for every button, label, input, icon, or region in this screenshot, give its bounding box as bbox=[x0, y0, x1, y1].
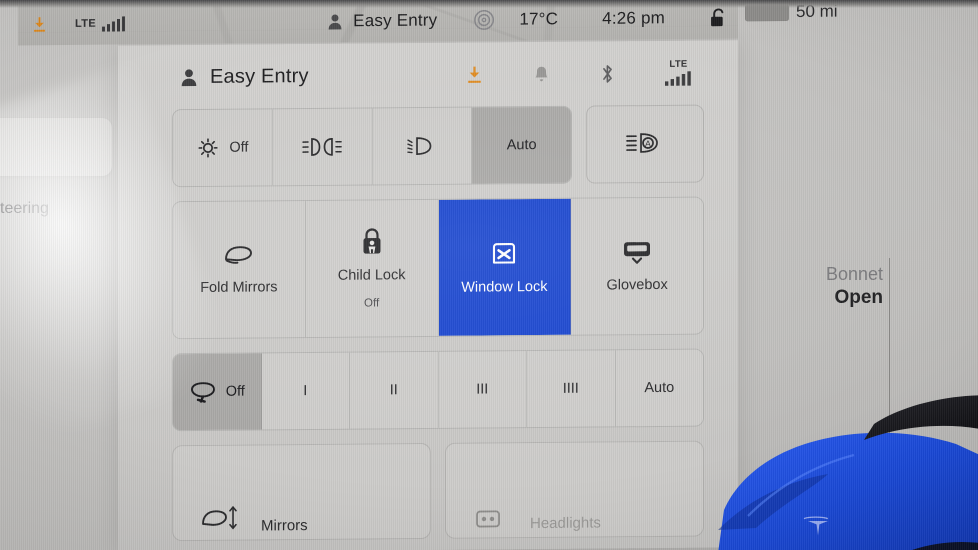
mirrors-card[interactable]: Mirrors bbox=[172, 442, 431, 542]
signal-bars-icon bbox=[102, 15, 126, 32]
wipers-speed-2-button[interactable]: II bbox=[350, 351, 439, 429]
battery-range-indicator[interactable]: 50 mi bbox=[745, 2, 838, 23]
auto-high-beam-button[interactable]: A bbox=[586, 104, 704, 184]
lights-auto-label: Auto bbox=[506, 137, 537, 154]
window-lock-label: Window Lock bbox=[461, 278, 548, 296]
wipers-speed-1-label: I bbox=[303, 383, 308, 400]
child-lock-state: Off bbox=[364, 297, 380, 310]
profile-chip[interactable]: Easy Entry bbox=[327, 10, 437, 31]
wipers-off-button[interactable]: Off bbox=[173, 353, 262, 431]
download-icon bbox=[32, 16, 47, 33]
panel-header-icons: LTE bbox=[466, 58, 704, 88]
person-icon bbox=[328, 14, 342, 29]
lights-off-button[interactable]: Off bbox=[173, 109, 273, 187]
network-label: LTE bbox=[75, 17, 97, 30]
lights-auto-button[interactable]: Auto bbox=[472, 106, 571, 184]
bluetooth-icon[interactable] bbox=[600, 63, 615, 84]
callout-part-label: Bonnet bbox=[825, 264, 883, 284]
low-beam-button[interactable] bbox=[372, 107, 473, 185]
wipers-speed-3-label: III bbox=[476, 381, 489, 398]
glovebox-icon bbox=[620, 238, 654, 266]
mirror-icon bbox=[221, 242, 257, 268]
glovebox-button[interactable]: Glovebox bbox=[571, 197, 703, 335]
wipers-segmented-control: Off I II III IIII Auto bbox=[172, 348, 704, 432]
lights-off-icon bbox=[196, 136, 220, 160]
headlights-card[interactable]: Headlights bbox=[445, 440, 704, 539]
locks-segmented-control: Fold Mirrors Child Lock Off Window Lock … bbox=[172, 196, 704, 340]
panel-header: Easy Entry LTE bbox=[146, 41, 710, 110]
callout-state-label: Open bbox=[834, 286, 883, 308]
svg-text:A: A bbox=[645, 138, 651, 148]
wipers-speed-4-button[interactable]: IIII bbox=[527, 350, 616, 428]
profile-name: Easy Entry bbox=[353, 10, 438, 31]
controls-panel: Easy Entry LTE Off Auto A Fold Mirrors C… bbox=[118, 40, 738, 550]
window-lock-button[interactable]: Window Lock bbox=[438, 198, 572, 336]
bottom-cards-row: Mirrors Headlights bbox=[172, 440, 704, 542]
lights-control-row: Off Auto A bbox=[172, 104, 704, 188]
temperature[interactable]: 17°C bbox=[519, 9, 558, 29]
wipers-auto-label: Auto bbox=[644, 379, 675, 397]
vehicle-callout: Bonnet Open bbox=[826, 264, 883, 309]
auto-high-beam-icon: A bbox=[624, 131, 666, 157]
tesla-touchscreen: LTE Easy Entry 17°C 4:26 pm 50 mi teerin… bbox=[0, 0, 978, 550]
person-icon bbox=[180, 68, 198, 87]
window-lock-icon bbox=[489, 238, 519, 268]
status-bar: LTE Easy Entry 17°C 4:26 pm bbox=[18, 0, 738, 46]
glovebox-label: Glovebox bbox=[606, 276, 668, 294]
fold-mirrors-button[interactable]: Fold Mirrors bbox=[173, 201, 306, 339]
wipers-auto-button[interactable]: Auto bbox=[615, 349, 703, 427]
wipers-speed-2-label: II bbox=[389, 382, 398, 399]
fold-mirrors-label: Fold Mirrors bbox=[200, 278, 278, 296]
lte-signal-icon: LTE bbox=[665, 58, 692, 86]
fan-circle-icon[interactable] bbox=[473, 9, 495, 31]
battery-icon bbox=[745, 3, 789, 21]
headlight-settings-icon bbox=[472, 499, 512, 533]
vehicle-render[interactable] bbox=[704, 382, 978, 550]
wipers-control-row: Off I II III IIII Auto bbox=[172, 348, 704, 432]
wipers-speed-1-button[interactable]: I bbox=[261, 352, 350, 430]
low-beam-icon bbox=[406, 135, 438, 157]
left-partial-label: teering bbox=[0, 200, 49, 217]
wipers-speed-3-button[interactable]: III bbox=[438, 351, 527, 428]
lte-label: LTE bbox=[669, 58, 688, 71]
download-icon-glyph bbox=[34, 16, 45, 32]
unlock-icon[interactable] bbox=[709, 8, 728, 28]
bell-icon[interactable] bbox=[533, 64, 550, 83]
mirror-adjust-icon bbox=[199, 502, 243, 536]
left-partial-card[interactable] bbox=[0, 118, 112, 176]
network-status: LTE bbox=[75, 18, 96, 30]
lights-off-label: Off bbox=[229, 139, 249, 156]
child-lock-button[interactable]: Child Lock Off bbox=[305, 199, 439, 338]
parking-lights-button[interactable] bbox=[272, 108, 373, 186]
wipers-speed-4-label: IIII bbox=[562, 380, 579, 397]
panel-title: Easy Entry bbox=[210, 64, 309, 88]
locks-control-row: Fold Mirrors Child Lock Off Window Lock … bbox=[172, 196, 704, 340]
child-lock-icon bbox=[358, 227, 386, 257]
wiper-icon bbox=[189, 380, 217, 404]
clock: 4:26 pm bbox=[602, 8, 665, 28]
child-lock-label: Child Lock bbox=[337, 267, 406, 284]
wipers-off-label: Off bbox=[225, 383, 245, 400]
lights-segmented-control: Off Auto bbox=[172, 105, 572, 188]
parking-lights-icon bbox=[301, 136, 343, 158]
mirrors-card-label: Mirrors bbox=[261, 517, 308, 535]
headlights-card-label: Headlights bbox=[530, 514, 601, 533]
range-label: 50 mi bbox=[796, 1, 838, 21]
download-icon[interactable] bbox=[466, 65, 483, 84]
